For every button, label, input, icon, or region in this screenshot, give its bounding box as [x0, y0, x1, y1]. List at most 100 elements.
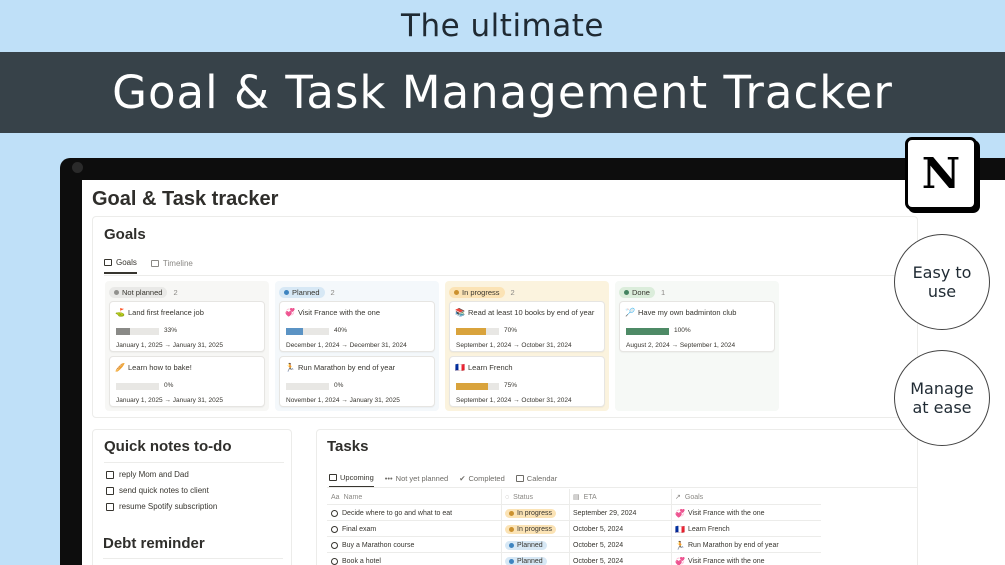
checkbox-icon[interactable] — [106, 502, 114, 511]
goal-card[interactable]: 🏸 Have my own badminton club 100% August 2,… — [619, 301, 775, 352]
status-column-icon: ◌ — [505, 493, 510, 501]
status-badge: Done — [619, 286, 655, 298]
goal-dates: January 1, 2025 → January 31, 2025 — [116, 397, 223, 404]
column-header-eta[interactable]: ▤ ETA — [573, 489, 669, 505]
goal-title: 🏸 Have my own badminton club — [625, 308, 736, 317]
table-icon — [329, 474, 337, 481]
task-circle-icon — [331, 525, 338, 533]
progress-percent: 100% — [674, 327, 691, 334]
goals-section: Goals Goals Timeline Not planned 2 ⛳ Land f… — [92, 216, 918, 418]
goal-card[interactable]: 🇫🇷 Learn French 75% September 1, 2024 → Oct… — [449, 356, 605, 407]
tab-calendar[interactable]: Calendar — [515, 473, 557, 488]
tab-not-yet-planned[interactable]: ••• Not yet planned — [385, 473, 448, 488]
calendar-icon — [515, 475, 524, 482]
goal-dates: January 1, 2025 → January 31, 2025 — [116, 342, 223, 349]
name-column-icon: Aa — [331, 493, 340, 501]
tab-goals[interactable]: Goals — [104, 258, 137, 274]
task-status-cell[interactable]: In progress — [505, 505, 567, 521]
goal-title-text: Visit France with the one — [298, 308, 380, 317]
status-label: In progress — [462, 287, 500, 297]
goal-dates: September 1, 2024 → October 31, 2024 — [456, 342, 572, 349]
divider — [104, 275, 908, 276]
tab-not-yet-planned-label: Not yet planned — [395, 474, 449, 483]
checkbox-icon[interactable] — [106, 486, 114, 495]
goal-card[interactable]: 💞 Visit France with the one 40% December 1,… — [279, 301, 435, 352]
notion-page: Goal & Task tracker Goals Goals Timeline… — [82, 180, 1005, 565]
tab-completed[interactable]: ✔ Completed — [459, 473, 505, 488]
task-eta[interactable]: October 5, 2024 — [573, 537, 669, 553]
eta-column-icon: ▤ — [573, 494, 580, 501]
column-header: Planned 2 — [279, 285, 435, 299]
status-badge: Planned — [505, 540, 547, 550]
task-goal-cell[interactable]: 🇫🇷 Learn French — [675, 521, 821, 537]
check-circle-icon: ✔ — [459, 474, 466, 483]
progress-percent: 33% — [164, 327, 178, 334]
todo-item[interactable]: resume Spotify subscription — [106, 502, 217, 511]
task-eta[interactable]: September 29, 2024 — [573, 505, 669, 521]
todo-item[interactable]: reply Mom and Dad — [106, 470, 189, 479]
column-header-goals[interactable]: ↗ Goals — [675, 489, 821, 505]
tab-timeline[interactable]: Timeline — [150, 258, 193, 274]
goal-card[interactable]: ⛳ Land first freelance job 33% January 1, 2… — [109, 301, 265, 352]
status-dot-icon — [284, 289, 289, 295]
top-banner: The ultimate — [0, 0, 1005, 52]
tab-timeline-label: Timeline — [162, 259, 193, 268]
tab-upcoming[interactable]: Upcoming — [329, 473, 374, 488]
task-name-cell[interactable]: Book a hotel — [331, 553, 497, 565]
goal-title-text: Learn French — [468, 363, 513, 372]
table-header-row: Aa Name ◌ Status ▤ ETA ↗ Goals — [327, 489, 821, 505]
goal-card[interactable]: 🏃 Run Marathon by end of year 0% November 1… — [279, 356, 435, 407]
task-goal-cell[interactable]: 💞 Visit France with the one — [675, 553, 821, 565]
progress-bar — [116, 383, 159, 390]
easy-to-use-callout: Easy to use — [894, 234, 990, 330]
column-divider — [671, 489, 672, 505]
status-badge: Planned — [505, 556, 547, 565]
status-label: In progress — [517, 509, 553, 517]
progress-fill — [116, 328, 131, 335]
goal-dates: December 1, 2024 → December 31, 2024 — [286, 342, 407, 349]
column-divider — [671, 505, 672, 521]
banner-title: Goal & Task Management Tracker — [112, 66, 893, 119]
column-count: 1 — [660, 287, 666, 297]
task-goal-cell[interactable]: 🏃 Run Marathon by end of year — [675, 537, 821, 553]
goal-emoji-icon: 🏸 — [625, 308, 635, 317]
column-divider — [671, 521, 672, 537]
status-label: In progress — [517, 525, 553, 533]
task-status-cell[interactable]: Planned — [505, 553, 567, 565]
goal-title: 🏃 Run Marathon by end of year — [285, 363, 395, 372]
timeline-icon — [150, 260, 159, 267]
task-status-cell[interactable]: Planned — [505, 537, 567, 553]
goal-emoji-icon: 🇫🇷 — [455, 363, 465, 372]
task-goal-cell[interactable]: 💞 Visit France with the one — [675, 505, 821, 521]
task-name-cell[interactable]: Final exam — [331, 521, 497, 537]
status-dot-icon — [114, 289, 119, 295]
task-status-cell[interactable]: In progress — [505, 521, 567, 537]
progress-bar — [116, 328, 159, 335]
column-header-name[interactable]: Aa Name — [331, 489, 497, 505]
tasks-section: Tasks Upcoming ••• Not yet planned ✔ Com… — [316, 429, 918, 565]
goal-emoji-icon: 💞 — [675, 508, 685, 518]
status-label: Planned — [292, 287, 320, 297]
goal-card[interactable]: 🥖 Learn how to bake! 0% January 1, 2025 → J… — [109, 356, 265, 407]
board-column: In progress 2 📚 Read at least 10 books by e… — [445, 281, 609, 411]
divider — [327, 487, 917, 488]
task-name-cell[interactable]: Buy a Marathon course — [331, 537, 497, 553]
progress-percent: 70% — [504, 327, 518, 334]
task-eta[interactable]: October 5, 2024 — [573, 521, 669, 537]
task-eta[interactable]: October 5, 2024 — [573, 553, 669, 565]
column-divider — [671, 537, 672, 553]
column-header-status[interactable]: ◌ Status — [505, 489, 567, 505]
column-divider — [671, 553, 672, 565]
goal-card[interactable]: 📚 Read at least 10 books by end of year 70… — [449, 301, 605, 352]
task-name-cell[interactable]: Decide where to go and what to eat — [331, 505, 497, 521]
goal-dates: September 1, 2024 → October 31, 2024 — [456, 397, 572, 404]
notion-logo: N — [905, 137, 977, 210]
checkbox-icon[interactable] — [106, 470, 114, 479]
goal-emoji-icon: 📚 — [455, 308, 465, 317]
todo-item[interactable]: send quick notes to client — [106, 486, 209, 495]
todo-label: send quick notes to client — [119, 486, 209, 495]
status-label: Not planned — [122, 287, 163, 297]
status-dot-icon — [509, 510, 514, 516]
progress-percent: 75% — [504, 382, 518, 389]
goal-emoji-icon: ⛳ — [115, 308, 125, 317]
